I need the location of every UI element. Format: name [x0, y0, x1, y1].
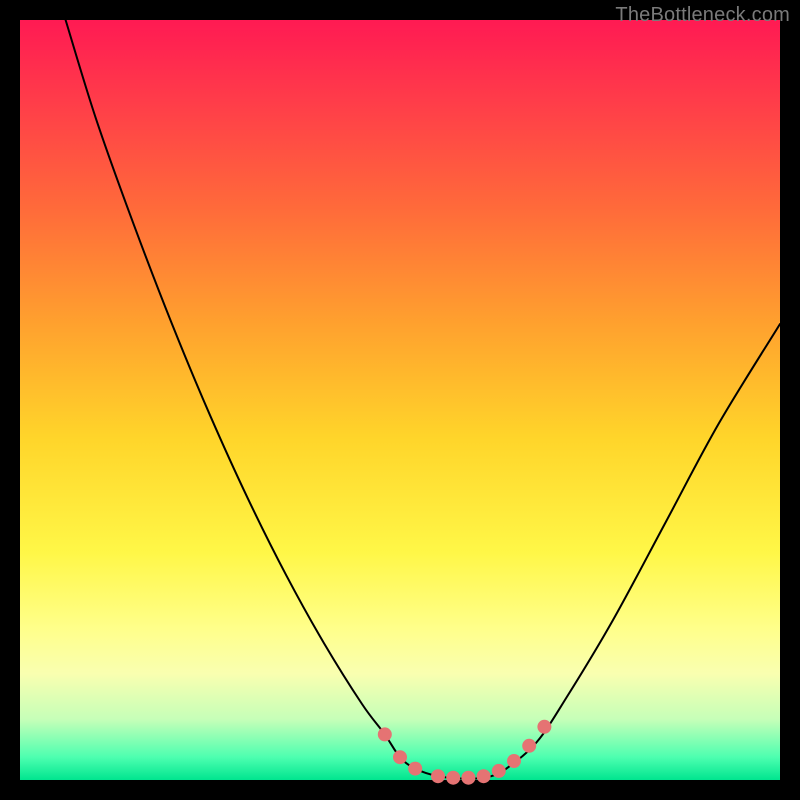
chart-svg [20, 20, 780, 780]
curve-marker [408, 762, 422, 776]
curve-marker [477, 769, 491, 783]
bottleneck-curve [66, 20, 780, 779]
curve-marker [537, 720, 551, 734]
chart-frame: TheBottleneck.com [0, 0, 800, 800]
chart-plot-area [20, 20, 780, 780]
curve-marker [393, 750, 407, 764]
curve-marker [507, 754, 521, 768]
curve-marker [378, 727, 392, 741]
curve-marker [461, 771, 475, 785]
curve-marker [492, 764, 506, 778]
curve-marker [522, 739, 536, 753]
curve-marker [446, 771, 460, 785]
watermark-text: TheBottleneck.com [615, 4, 790, 27]
curve-marker [431, 769, 445, 783]
